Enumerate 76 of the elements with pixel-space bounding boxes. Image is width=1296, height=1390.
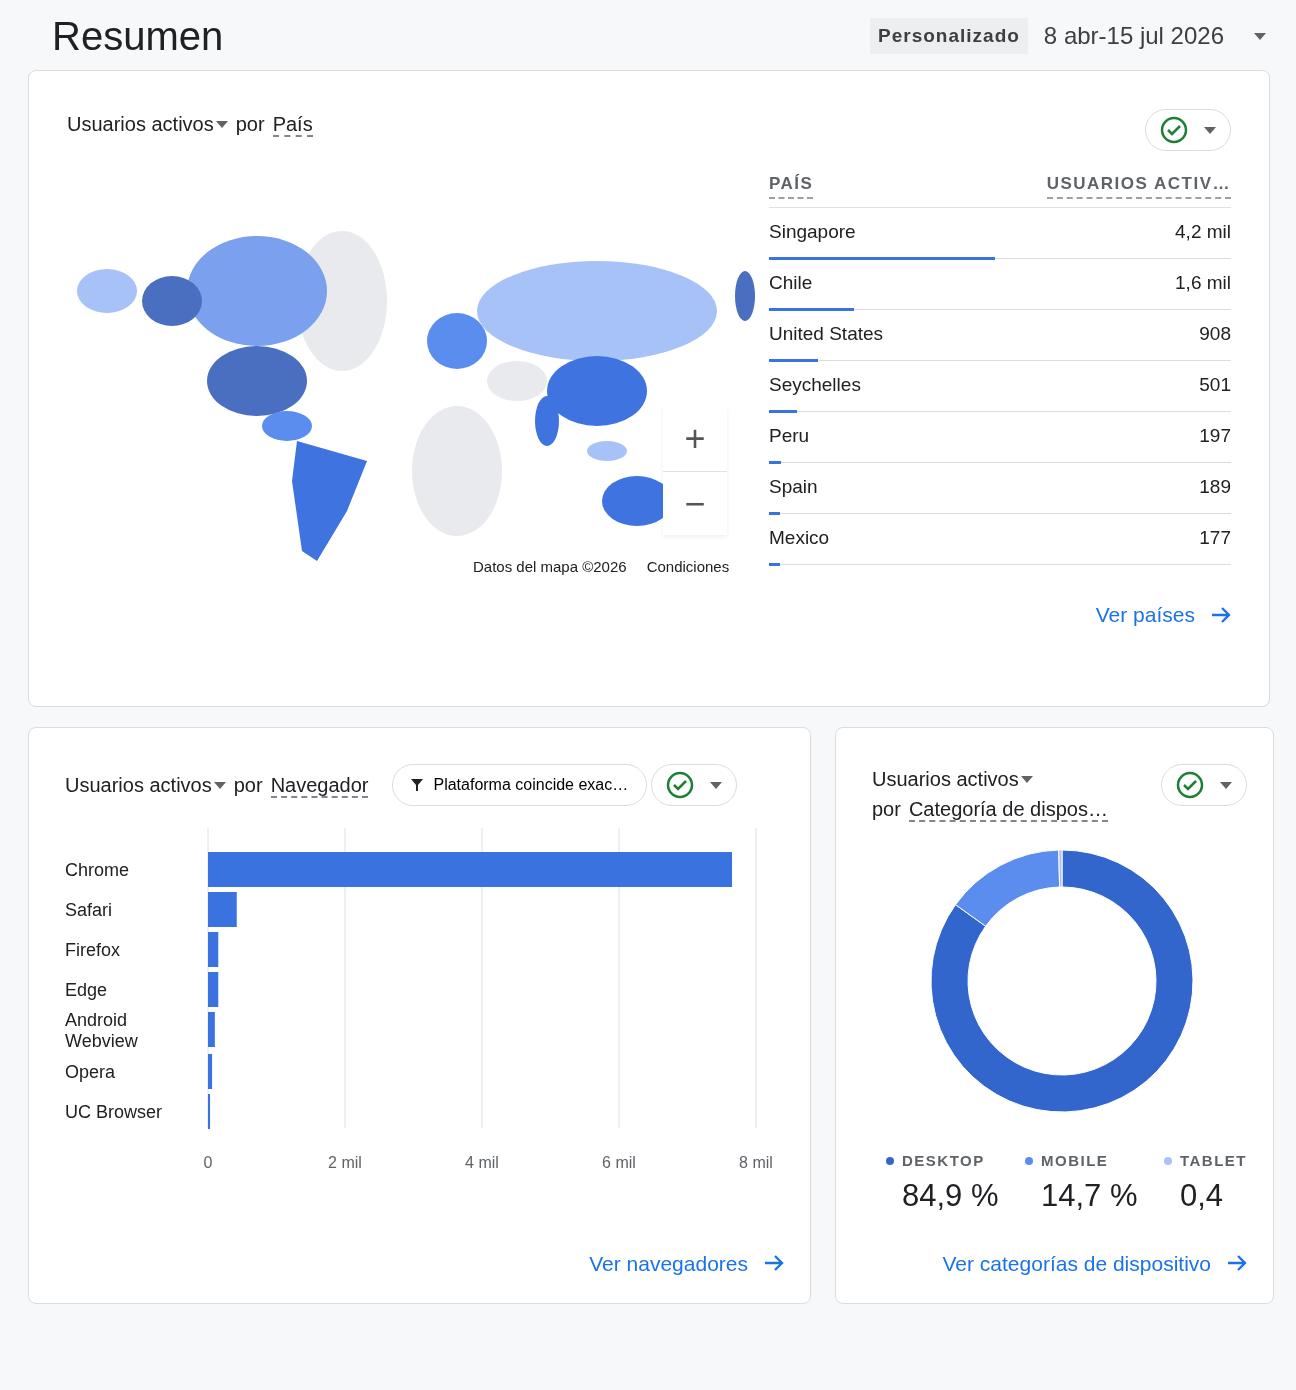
view-link[interactable]: Ver países <box>1095 599 1231 631</box>
category-label: Edge <box>65 980 108 1000</box>
zoom-in-button[interactable]: + <box>663 407 727 471</box>
view-link[interactable]: Ver categorías de dispositivo <box>942 1247 1247 1279</box>
page-title: Resumen <box>52 14 224 58</box>
axis-tick-label: 4 mil <box>465 1154 499 1171</box>
dropdown-caret-icon[interactable] <box>1254 32 1266 40</box>
dimension-selector[interactable]: Navegador <box>270 774 369 798</box>
bar[interactable] <box>208 972 219 1007</box>
axis-tick-label: 2 mil <box>328 1154 362 1171</box>
country-name: Mexico <box>769 526 830 551</box>
user-count: 4,2 mil <box>1175 220 1231 245</box>
caret-icon[interactable] <box>215 121 228 129</box>
caret-icon[interactable] <box>1020 776 1033 784</box>
dimension-selector[interactable]: Categoría de dispos… <box>908 798 1108 822</box>
caret-icon[interactable] <box>1220 781 1232 789</box>
preset-label: Personalizado <box>870 17 1028 55</box>
zoom-out-button[interactable]: − <box>663 471 727 535</box>
user-count: 189 <box>1199 475 1231 500</box>
category-label: Android Webview <box>65 1010 138 1051</box>
legend-value: 84,9 % <box>902 1176 1000 1215</box>
bar[interactable] <box>208 1054 213 1089</box>
check-circle-icon <box>1160 116 1188 144</box>
arrow-right-icon <box>1211 605 1231 624</box>
metric-selector[interactable]: Usuarios activos <box>872 768 1019 790</box>
category-label: UC Browser <box>65 1102 162 1122</box>
column-header[interactable]: USUARIOS ACTIV… <box>1046 171 1231 199</box>
legend-label: TABLET <box>1179 1151 1247 1171</box>
filter-icon <box>411 779 424 791</box>
title-text: por <box>872 798 901 820</box>
user-count: 177 <box>1199 526 1231 551</box>
user-count: 908 <box>1199 322 1231 347</box>
donut-slice[interactable] <box>930 849 1193 1113</box>
donut-slice[interactable] <box>1057 849 1062 888</box>
axis-tick-label: 8 mil <box>739 1154 773 1171</box>
arrow-right-icon <box>764 1254 784 1273</box>
legend-label: DESKTOP <box>902 1151 985 1171</box>
arrow-right-icon <box>1227 1254 1247 1273</box>
date-range[interactable]: 8 abr-15 jul 2026 <box>1043 18 1224 54</box>
legend-value: 0,4 <box>1180 1176 1225 1215</box>
legend-label: MOBILE <box>1041 1151 1109 1171</box>
comparison-button[interactable] <box>1161 764 1247 806</box>
category-label: Safari <box>65 900 113 920</box>
comparison-button[interactable] <box>1145 109 1231 151</box>
country-name: Singapore <box>769 220 856 245</box>
legend-value: 14,7 % <box>1041 1176 1139 1215</box>
metric-selector[interactable]: Usuarios activos <box>65 774 212 796</box>
title-text: por <box>233 774 263 796</box>
category-label: Opera <box>65 1062 116 1082</box>
user-count: 1,6 mil <box>1175 271 1231 296</box>
caret-icon[interactable] <box>1204 126 1216 134</box>
comparison-button[interactable] <box>651 764 738 806</box>
country-name: Seychelles <box>769 373 861 398</box>
view-link[interactable]: Ver navegadores <box>589 1247 784 1279</box>
category-label: Chrome <box>65 860 130 880</box>
bar[interactable] <box>208 932 219 967</box>
check-circle-icon <box>1176 771 1204 799</box>
caret-icon[interactable] <box>710 781 723 789</box>
dimension-selector[interactable]: País <box>272 113 313 137</box>
country-name: United States <box>769 322 884 347</box>
filter-chip[interactable]: Plataforma coincide exac… <box>392 764 648 806</box>
axis-tick-label: 6 mil <box>602 1154 636 1171</box>
user-count: 501 <box>1199 373 1231 398</box>
axis-tick-label: 0 <box>203 1154 213 1171</box>
country-name: Peru <box>769 424 810 449</box>
donut-slice[interactable] <box>954 849 1060 927</box>
column-header[interactable]: PAÍS <box>769 171 814 199</box>
country-name: Spain <box>769 475 818 500</box>
category-label: Firefox <box>65 940 120 960</box>
check-circle-icon <box>666 771 695 799</box>
bar[interactable] <box>208 1094 211 1129</box>
metric-selector[interactable]: Usuarios activos <box>67 113 214 135</box>
user-count: 197 <box>1199 424 1231 449</box>
caret-icon[interactable] <box>213 782 226 790</box>
title-text: por <box>235 113 265 135</box>
country-name: Chile <box>769 271 813 296</box>
